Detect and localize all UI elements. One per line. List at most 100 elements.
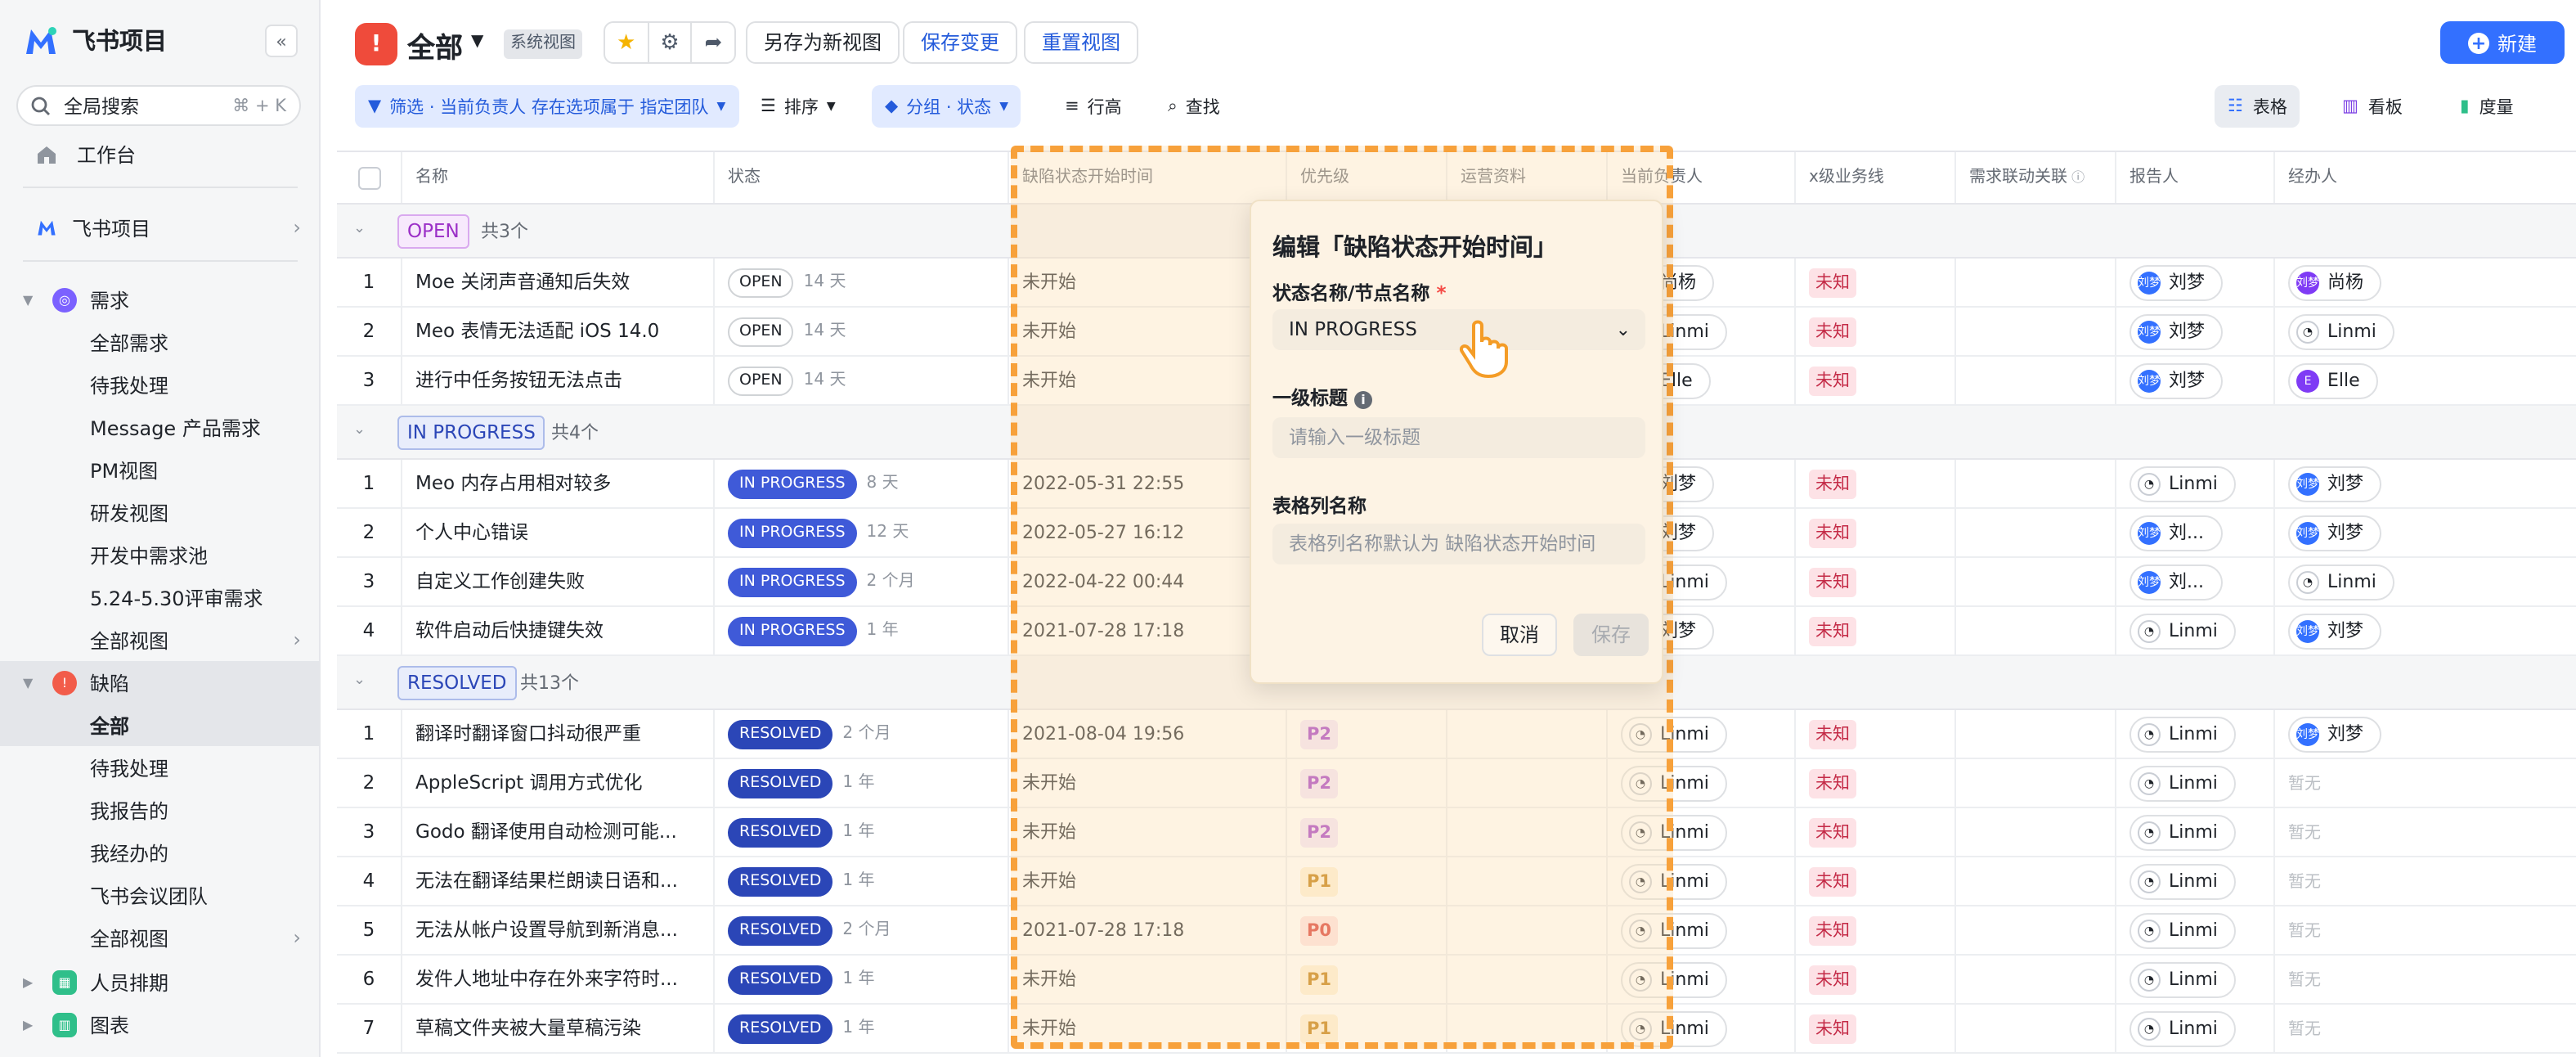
linked-requirement-cell[interactable]	[1956, 460, 2116, 507]
priority-cell[interactable]: P0	[1287, 906, 1447, 954]
save-as-new-view-button[interactable]: 另存为新视图	[746, 21, 900, 64]
business-line-cell[interactable]: 未知	[1796, 906, 1956, 954]
status-cell[interactable]: IN PROGRESS 8 天	[715, 460, 1009, 507]
business-line-cell[interactable]: 未知	[1796, 956, 1956, 1003]
status-cell[interactable]: RESOLVED 1 年	[715, 1005, 1009, 1052]
user-chip[interactable]: ◔ Linmi	[1621, 912, 1727, 948]
user-chip[interactable]: ◔ Linmi	[2129, 716, 2236, 752]
user-chip[interactable]: ◔ Linmi	[1621, 1010, 1727, 1046]
user-chip[interactable]: ◔ Linmi	[2129, 863, 2236, 899]
user-chip[interactable]: ◔ Linmi	[2129, 613, 2236, 649]
column-header[interactable]: 经办人	[2275, 152, 2576, 203]
reporter-cell[interactable]: 刘梦 刘...	[2116, 509, 2275, 556]
linked-requirement-cell[interactable]	[1956, 906, 2116, 954]
handler-cell[interactable]: 刘梦 尚杨	[2275, 259, 2576, 306]
column-header[interactable]: 需求联动关联 ⓘ	[1956, 152, 2116, 203]
ops-material-cell[interactable]	[1447, 759, 1608, 807]
handler-cell[interactable]: 暂无	[2275, 956, 2576, 1003]
user-chip[interactable]: 刘梦刘梦	[2288, 515, 2381, 551]
reporter-cell[interactable]: 刘梦 刘梦	[2116, 259, 2275, 306]
priority-cell[interactable]: P1	[1287, 857, 1447, 905]
title-cell[interactable]: 进行中任务按钮无法点击	[402, 357, 715, 404]
user-chip[interactable]: ◔ Linmi	[2129, 814, 2236, 850]
title-cell[interactable]: 无法在翻译结果栏朗读日语和...	[402, 857, 715, 905]
sidebar-item[interactable]: 研发视图	[0, 491, 321, 533]
state-start-time-cell[interactable]: 未开始	[1009, 808, 1287, 856]
state-start-time-cell[interactable]: 未开始	[1009, 1005, 1287, 1052]
business-line-cell[interactable]: 未知	[1796, 460, 1956, 507]
cancel-button[interactable]: 取消	[1482, 614, 1558, 656]
title-cell[interactable]: 草稿文件夹被大量草稿污染	[402, 1005, 715, 1052]
handler-cell[interactable]: 暂无	[2275, 759, 2576, 807]
owner-cell[interactable]: ◔ Linmi	[1608, 906, 1796, 954]
reporter-cell[interactable]: ◔ Linmi	[2116, 710, 2275, 758]
title-cell[interactable]: Meo 内存占用相对较多	[402, 460, 715, 507]
status-cell[interactable]: IN PROGRESS 2 个月	[715, 558, 1009, 605]
sidebar-item-project[interactable]: 飞书项目 ›	[0, 206, 321, 249]
sidebar-item[interactable]: 待我处理	[0, 363, 321, 406]
status-cell[interactable]: RESOLVED 2 个月	[715, 906, 1009, 954]
ops-material-cell[interactable]	[1447, 956, 1608, 1003]
row-height-button[interactable]: ≡ 行高	[1052, 85, 1135, 128]
handler-cell[interactable]: 暂无	[2275, 1005, 2576, 1052]
linked-requirement-cell[interactable]	[1956, 558, 2116, 605]
reporter-cell[interactable]: ◔ Linmi	[2116, 460, 2275, 507]
status-cell[interactable]: RESOLVED 1 年	[715, 857, 1009, 905]
linked-requirement-cell[interactable]	[1956, 259, 2116, 306]
column-header[interactable]: 运营资料	[1447, 152, 1608, 203]
column-header[interactable]: x级业务线	[1796, 152, 1956, 203]
column-header[interactable]: 当前负责人	[1608, 152, 1796, 203]
status-cell[interactable]: OPEN 14 天	[715, 308, 1009, 355]
chevron-down-icon[interactable]: ⌄	[353, 221, 366, 237]
user-chip[interactable]: 刘梦尚杨	[2288, 264, 2381, 300]
share-icon[interactable]: ➦	[693, 23, 734, 62]
title-cell[interactable]: AppleScript 调用方式优化	[402, 759, 715, 807]
table-row[interactable]: 3 Godo 翻译使用自动检测可能... RESOLVED 1 年 未开始 P2 ◔ Linm…	[337, 808, 2576, 857]
business-line-cell[interactable]: 未知	[1796, 357, 1956, 404]
state-start-time-cell[interactable]: 2022-04-22 00:44	[1009, 558, 1287, 605]
sidebar-section-bug[interactable]: ▼ ! 缺陷	[0, 661, 321, 704]
business-line-cell[interactable]: 未知	[1796, 759, 1956, 807]
state-start-time-cell[interactable]: 未开始	[1009, 857, 1287, 905]
column-header[interactable]: 优先级	[1287, 152, 1447, 203]
user-chip[interactable]: ◔ Linmi	[2129, 1010, 2236, 1046]
handler-cell[interactable]: 刘梦 刘梦	[2275, 509, 2576, 556]
reporter-cell[interactable]: ◔ Linmi	[2116, 906, 2275, 954]
handler-cell[interactable]: ◔ Linmi	[2275, 308, 2576, 355]
linked-requirement-cell[interactable]	[1956, 308, 2116, 355]
filter-button[interactable]: ▼ 筛选 · 当前负责人 存在选项属于 指定团队 ▼	[355, 85, 739, 128]
user-chip[interactable]: ◔ Linmi	[2129, 765, 2236, 801]
ops-material-cell[interactable]	[1447, 808, 1608, 856]
status-cell[interactable]: OPEN 14 天	[715, 357, 1009, 404]
handler-cell[interactable]: 刘梦 刘梦	[2275, 607, 2576, 654]
status-cell[interactable]: OPEN 14 天	[715, 259, 1009, 306]
owner-cell[interactable]: ◔ Linmi	[1608, 808, 1796, 856]
linked-requirement-cell[interactable]	[1956, 357, 2116, 404]
reporter-cell[interactable]: ◔ Linmi	[2116, 1005, 2275, 1052]
sidebar-item[interactable]: 待我处理	[0, 746, 321, 789]
sidebar-item[interactable]: 飞书会议团队	[0, 874, 321, 916]
linked-requirement-cell[interactable]	[1956, 759, 2116, 807]
ops-material-cell[interactable]	[1447, 906, 1608, 954]
user-chip[interactable]: 刘梦刘梦	[2129, 362, 2223, 398]
user-chip[interactable]: ◔ Linmi	[1621, 863, 1727, 899]
star-icon[interactable]: ★	[605, 23, 649, 62]
collapse-sidebar-icon[interactable]: «	[265, 25, 298, 57]
save-button[interactable]: 保存	[1573, 614, 1649, 656]
status-cell[interactable]: RESOLVED 2 个月	[715, 710, 1009, 758]
sidebar-section-requirement[interactable]: ▼ ◎ 需求	[0, 278, 321, 321]
state-start-time-cell[interactable]: 未开始	[1009, 357, 1287, 404]
user-chip[interactable]: 刘梦刘梦	[2288, 613, 2381, 649]
linked-requirement-cell[interactable]	[1956, 956, 2116, 1003]
user-chip[interactable]: 刘梦 刘...	[2129, 564, 2222, 600]
reporter-cell[interactable]: ◔ Linmi	[2116, 607, 2275, 654]
view-table-tab[interactable]: ☷ 表格	[2215, 85, 2300, 128]
owner-cell[interactable]: ◔ Linmi	[1608, 956, 1796, 1003]
linked-requirement-cell[interactable]	[1956, 607, 2116, 654]
view-metrics-tab[interactable]: ▮ 度量	[2447, 85, 2527, 128]
column-header[interactable]: 名称	[402, 152, 715, 203]
user-chip[interactable]: E Elle	[2288, 362, 2378, 398]
table-row[interactable]: 4 无法在翻译结果栏朗读日语和... RESOLVED 1 年 未开始 P1 ◔ Linmi 未…	[337, 857, 2576, 906]
status-cell[interactable]: IN PROGRESS 1 年	[715, 607, 1009, 654]
business-line-cell[interactable]: 未知	[1796, 259, 1956, 306]
